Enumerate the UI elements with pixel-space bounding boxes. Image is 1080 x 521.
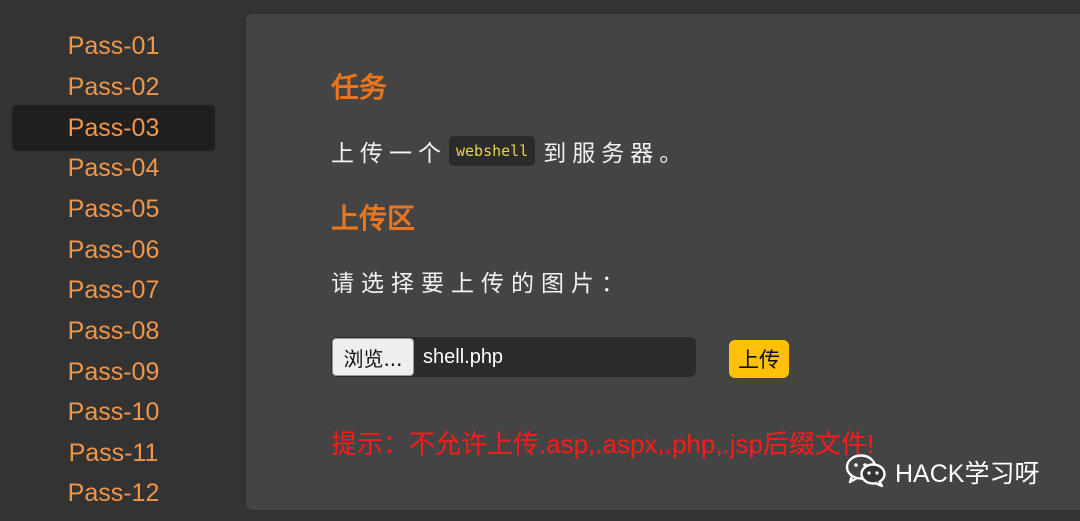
watermark-text: HACK学习呀 <box>895 460 1040 488</box>
wechat-icon <box>845 452 887 492</box>
browse-button[interactable]: 浏览... <box>332 338 414 376</box>
sidebar-item-pass-07[interactable]: Pass-07 <box>12 267 215 313</box>
sidebar-item-pass-08[interactable]: Pass-08 <box>12 308 215 354</box>
upload-prompt: 请选择要上传的图片： <box>331 271 631 297</box>
sidebar-item-pass-04[interactable]: Pass-04 <box>12 145 215 191</box>
task-description: 上传一个 webshell 到服务器。 <box>331 134 688 168</box>
sidebar-item-pass-05[interactable]: Pass-05 <box>12 186 215 232</box>
task-heading: 任务 <box>331 71 388 104</box>
upload-hint: 提示：不允许上传.asp,.aspx,.php,.jsp后缀文件! <box>331 429 875 459</box>
upload-button[interactable]: 上传 <box>729 340 789 378</box>
sidebar-nav: Pass-01 Pass-02 Pass-03 Pass-04 Pass-05 … <box>0 0 230 521</box>
webshell-code: webshell <box>449 136 536 166</box>
sidebar-item-pass-01[interactable]: Pass-01 <box>12 23 215 69</box>
main-panel: 任务 上传一个 webshell 到服务器。 上传区 请选择要上传的图片： 浏览… <box>246 14 1080 510</box>
upload-heading: 上传区 <box>331 202 416 235</box>
watermark: HACK学习呀 <box>845 450 1039 494</box>
task-text-after: 到服务器。 <box>543 141 689 167</box>
task-text-before: 上传一个 <box>331 141 447 167</box>
sidebar-item-pass-12[interactable]: Pass-12 <box>12 470 215 516</box>
sidebar-item-pass-02[interactable]: Pass-02 <box>12 64 215 110</box>
sidebar-item-pass-10[interactable]: Pass-10 <box>12 389 215 435</box>
selected-file-name: shell.php <box>423 346 504 368</box>
file-input[interactable]: 浏览... shell.php <box>331 337 696 377</box>
